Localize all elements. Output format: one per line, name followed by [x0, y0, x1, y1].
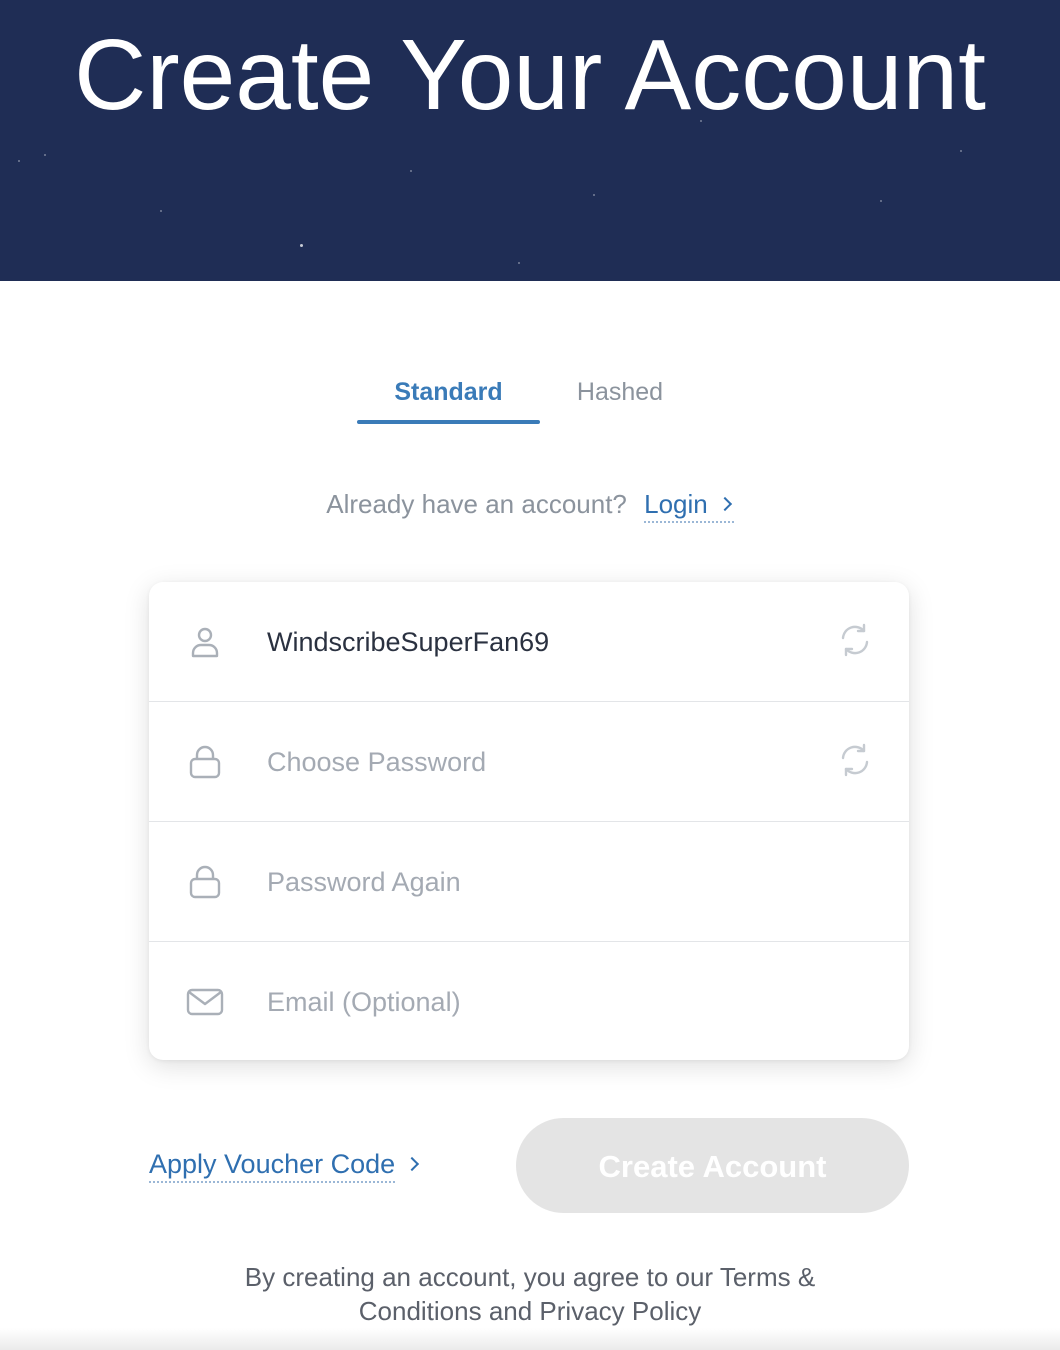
apply-voucher-label: Apply Voucher Code — [149, 1149, 396, 1183]
lock-icon — [189, 745, 221, 779]
email-input[interactable] — [267, 972, 827, 1032]
star-decoration — [160, 210, 162, 212]
tab-hashed[interactable]: Hashed — [553, 368, 687, 424]
password-again-input[interactable] — [267, 852, 827, 912]
star-decoration — [880, 200, 882, 202]
password-again-field-row — [149, 822, 909, 942]
lock-icon — [189, 865, 221, 899]
username-input[interactable] — [267, 612, 827, 672]
username-field-row — [149, 582, 909, 702]
terms-notice: By creating an account, you agree to our… — [0, 1260, 1060, 1328]
signup-form — [149, 582, 909, 1060]
signup-mode-tabs: Standard Hashed — [357, 368, 697, 424]
login-link[interactable]: Login — [644, 489, 734, 523]
refresh-icon[interactable] — [837, 742, 873, 778]
apply-voucher-link[interactable]: Apply Voucher Code — [149, 1142, 421, 1186]
password-input[interactable] — [267, 732, 827, 792]
create-account-button[interactable]: Create Account — [516, 1118, 909, 1213]
tab-standard-label: Standard — [394, 378, 503, 406]
star-decoration — [960, 150, 962, 152]
chevron-right-icon — [717, 496, 732, 512]
terms-line-1: By creating an account, you agree to our… — [244, 1262, 816, 1292]
refresh-icon[interactable] — [837, 622, 873, 658]
star-decoration — [44, 154, 46, 156]
login-prompt-text: Already have an account? — [326, 489, 627, 519]
bottom-fade — [0, 1328, 1060, 1350]
email-field-row — [149, 942, 909, 1060]
chevron-right-icon — [405, 1156, 420, 1172]
tab-standard[interactable]: Standard — [357, 368, 540, 424]
mail-icon — [186, 988, 224, 1016]
hero-banner: Create Your Account — [0, 0, 1060, 281]
star-decoration — [300, 244, 303, 247]
tab-hashed-label: Hashed — [576, 378, 664, 406]
star-decoration — [593, 194, 595, 196]
active-tab-indicator — [357, 420, 540, 424]
star-decoration — [410, 170, 412, 172]
terms-line-2: Conditions and Privacy Policy — [358, 1296, 702, 1326]
user-icon — [191, 627, 219, 658]
page-title: Create Your Account — [74, 19, 986, 131]
star-decoration — [518, 262, 520, 264]
password-field-row — [149, 702, 909, 822]
star-decoration — [18, 160, 20, 162]
login-link-label: Login — [644, 489, 708, 519]
login-prompt-row: Already have an account? Login — [0, 480, 1060, 528]
